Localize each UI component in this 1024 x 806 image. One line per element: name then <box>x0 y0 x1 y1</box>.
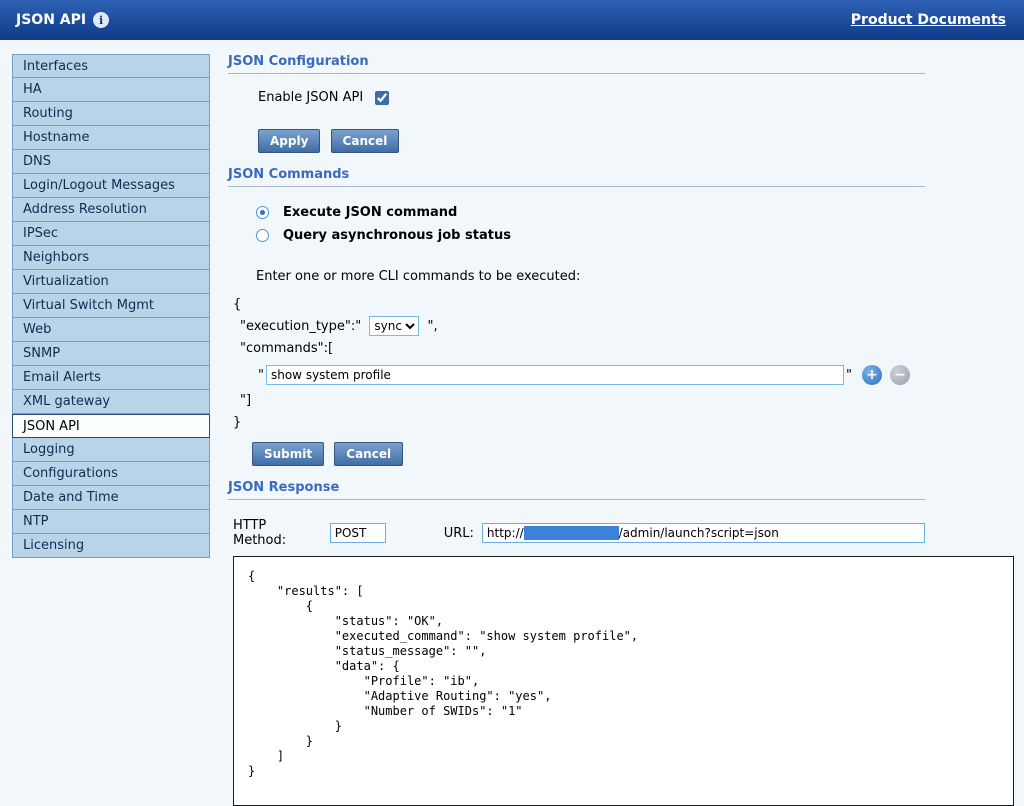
section-title-json-response: JSON Response <box>228 480 925 500</box>
execute-json-command-label: Execute JSON command <box>283 205 457 220</box>
commands-prefix: "commands":[ <box>240 338 925 360</box>
sidebar-item-address-resolution[interactable]: Address Resolution <box>12 198 210 222</box>
cli-commands-instruction: Enter one or more CLI commands to be exe… <box>256 269 925 284</box>
config-cancel-button[interactable]: Cancel <box>331 129 400 153</box>
json-commands-section: JSON Commands Execute JSON command Query… <box>228 167 925 466</box>
sidebar-item-date-and-time[interactable]: Date and Time <box>12 486 210 510</box>
url-prefix: http:// <box>487 526 524 540</box>
sidebar-item-login-logout-messages[interactable]: Login/Logout Messages <box>12 174 210 198</box>
section-title-json-commands: JSON Commands <box>228 167 925 187</box>
sidebar-item-web[interactable]: Web <box>12 318 210 342</box>
sidebar-item-xml-gateway[interactable]: XML gateway <box>12 390 210 414</box>
execute-json-command-option: Execute JSON command <box>256 201 925 224</box>
submit-button[interactable]: Submit <box>252 442 324 466</box>
code-open-brace: { <box>233 294 925 316</box>
sidebar-item-logging[interactable]: Logging <box>12 438 210 462</box>
page-title: JSON API <box>16 12 86 28</box>
url-input[interactable]: http:// /admin/launch?script=json <box>482 523 925 543</box>
json-command-form: { "execution_type":" sync ", "commands":… <box>228 294 925 434</box>
sidebar: InterfacesHARoutingHostnameDNSLogin/Logo… <box>12 54 210 558</box>
code-close-brace: } <box>233 412 925 434</box>
sidebar-item-virtualization[interactable]: Virtualization <box>12 270 210 294</box>
execution-type-select[interactable]: sync <box>369 316 419 336</box>
sidebar-item-routing[interactable]: Routing <box>12 102 210 126</box>
json-configuration-section: JSON Configuration Enable JSON API Apply… <box>228 54 925 153</box>
remove-command-button[interactable]: − <box>890 365 910 385</box>
sidebar-item-ntp[interactable]: NTP <box>12 510 210 534</box>
sidebar-item-ipsec[interactable]: IPSec <box>12 222 210 246</box>
sidebar-item-email-alerts[interactable]: Email Alerts <box>12 366 210 390</box>
sidebar-item-neighbors[interactable]: Neighbors <box>12 246 210 270</box>
http-method-input[interactable] <box>330 523 386 543</box>
cli-command-input[interactable] <box>266 365 844 385</box>
http-method-label: HTTP Method: <box>233 518 322 548</box>
sidebar-item-dns[interactable]: DNS <box>12 150 210 174</box>
product-documents-link[interactable]: Product Documents <box>851 12 1006 28</box>
sidebar-item-snmp[interactable]: SNMP <box>12 342 210 366</box>
info-icon[interactable]: i <box>93 12 109 28</box>
add-command-button[interactable]: + <box>862 365 882 385</box>
json-response-text: { "results": [ { "status": "OK", "execut… <box>234 557 1013 791</box>
query-async-job-radio[interactable] <box>256 229 269 242</box>
url-label: URL: <box>444 526 474 541</box>
sidebar-item-interfaces[interactable]: Interfaces <box>12 54 210 78</box>
execution-type-suffix: ", <box>428 319 438 334</box>
sidebar-item-ha[interactable]: HA <box>12 78 210 102</box>
sidebar-item-hostname[interactable]: Hostname <box>12 126 210 150</box>
execute-json-command-radio[interactable] <box>256 206 269 219</box>
code-close-bracket: "] <box>240 390 925 412</box>
redacted-host-block <box>524 526 619 540</box>
json-response-section: JSON Response HTTP Method: URL: http:// … <box>228 480 925 806</box>
app-header: JSON API i Product Documents <box>0 0 1024 40</box>
query-async-job-label: Query asynchronous job status <box>283 228 511 243</box>
sidebar-item-configurations[interactable]: Configurations <box>12 462 210 486</box>
sidebar-item-json-api[interactable]: JSON API <box>12 414 210 438</box>
sidebar-item-virtual-switch-mgmt[interactable]: Virtual Switch Mgmt <box>12 294 210 318</box>
enable-json-api-label: Enable JSON API <box>258 90 363 105</box>
main-content: JSON Configuration Enable JSON API Apply… <box>210 54 1024 806</box>
commands-cancel-button[interactable]: Cancel <box>334 442 403 466</box>
command-open-quote: " <box>258 368 264 383</box>
url-suffix: /admin/launch?script=json <box>619 526 779 540</box>
query-async-job-option: Query asynchronous job status <box>256 224 925 247</box>
sidebar-item-licensing[interactable]: Licensing <box>12 534 210 558</box>
apply-button[interactable]: Apply <box>258 129 320 153</box>
section-title-json-configuration: JSON Configuration <box>228 54 925 74</box>
enable-json-api-checkbox[interactable] <box>375 91 389 105</box>
execution-type-prefix: "execution_type":" <box>240 319 361 334</box>
json-response-output[interactable]: { "results": [ { "status": "OK", "execut… <box>233 556 1014 806</box>
command-close-quote: " <box>846 368 852 383</box>
